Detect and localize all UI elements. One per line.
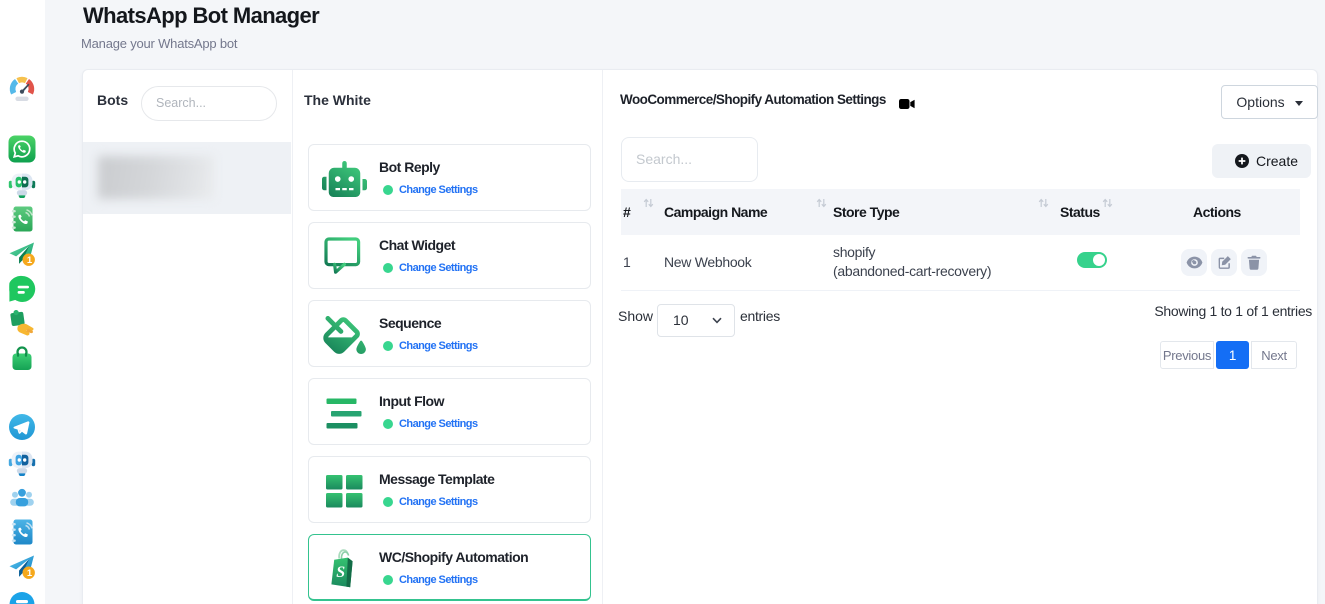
svg-text:S: S	[336, 564, 345, 581]
svg-text:1: 1	[27, 568, 33, 579]
svg-text:1: 1	[27, 255, 33, 266]
